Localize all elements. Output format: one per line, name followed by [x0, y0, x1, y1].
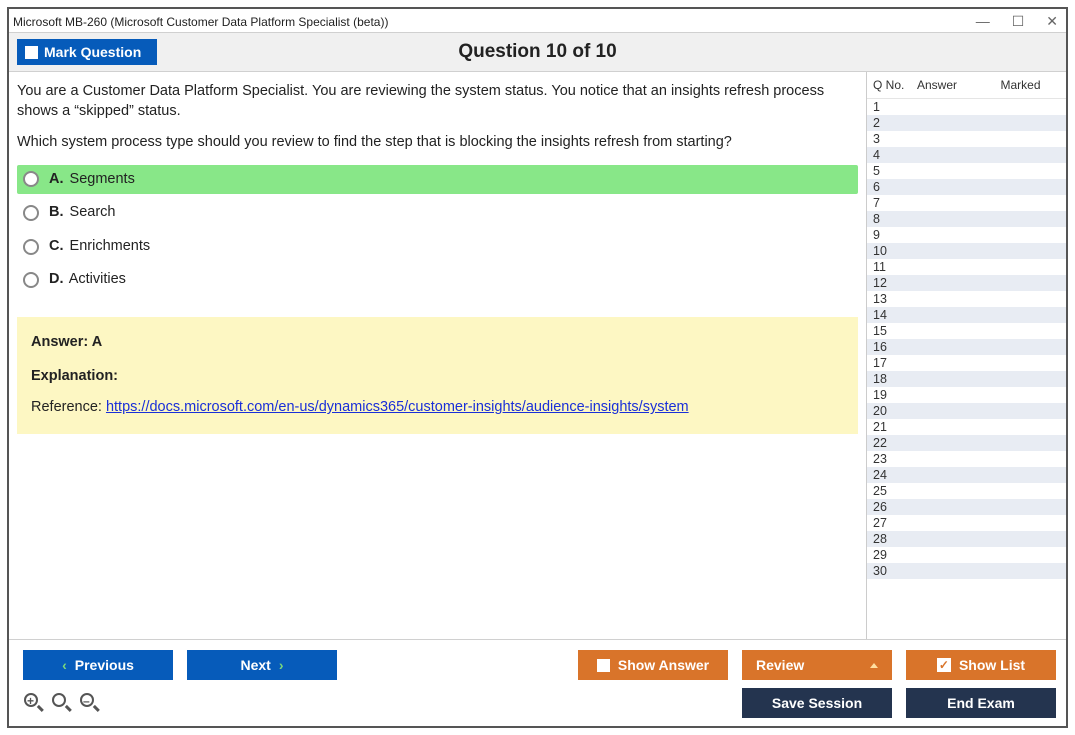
question-row[interactable]: 16	[867, 339, 1066, 355]
question-row[interactable]: 11	[867, 259, 1066, 275]
reference-line: Reference: https://docs.microsoft.com/en…	[31, 398, 844, 418]
mark-question-button[interactable]: Mark Question	[17, 39, 157, 65]
titlebar: Microsoft MB-260 (Microsoft Customer Dat…	[9, 9, 1066, 32]
options-list: A. Segments B. Search C. Enrichments D. Act…	[17, 165, 858, 295]
question-row[interactable]: 29	[867, 547, 1066, 563]
question-row[interactable]: 12	[867, 275, 1066, 291]
zoom-controls: + –	[23, 692, 101, 714]
chevron-up-icon	[870, 663, 878, 668]
question-row[interactable]: 25	[867, 483, 1066, 499]
save-session-label: Save Session	[772, 695, 862, 711]
zoom-out-icon[interactable]: –	[79, 692, 101, 714]
radio-icon	[23, 272, 39, 288]
question-row[interactable]: 30	[867, 563, 1066, 579]
question-row[interactable]: 1	[867, 99, 1066, 115]
col-header-qno: Q No.	[873, 78, 917, 92]
question-row[interactable]: 18	[867, 371, 1066, 387]
previous-label: Previous	[75, 657, 134, 673]
question-list-panel: Q No. Answer Marked 12345678910111213141…	[866, 72, 1066, 639]
question-row[interactable]: 14	[867, 307, 1066, 323]
option-label: C. Enrichments	[49, 237, 150, 257]
footer-row-2: + – Save Session End Exam	[23, 688, 1056, 718]
question-row[interactable]: 10	[867, 243, 1066, 259]
option-label: B. Search	[49, 203, 115, 223]
option-b[interactable]: B. Search	[17, 198, 858, 228]
question-row[interactable]: 20	[867, 403, 1066, 419]
end-exam-button[interactable]: End Exam	[906, 688, 1056, 718]
previous-button[interactable]: ‹ Previous	[23, 650, 173, 680]
question-list-header: Q No. Answer Marked	[867, 72, 1066, 98]
question-row[interactable]: 5	[867, 163, 1066, 179]
question-row[interactable]: 13	[867, 291, 1066, 307]
footer: ‹ Previous Next › Show Answer Review ✓ S…	[9, 640, 1066, 726]
show-list-label: Show List	[959, 657, 1025, 673]
option-d[interactable]: D. Activities	[17, 265, 858, 295]
chevron-right-icon: ›	[279, 657, 284, 673]
review-label: Review	[756, 657, 804, 673]
answer-line: Answer: A	[31, 333, 844, 353]
body: You are a Customer Data Platform Special…	[9, 72, 1066, 640]
footer-row-1: ‹ Previous Next › Show Answer Review ✓ S…	[23, 650, 1056, 680]
maximize-icon[interactable]: ☐	[1012, 13, 1025, 30]
question-row[interactable]: 2	[867, 115, 1066, 131]
checkbox-icon	[25, 46, 38, 59]
question-row[interactable]: 6	[867, 179, 1066, 195]
question-row[interactable]: 17	[867, 355, 1066, 371]
question-row[interactable]: 4	[867, 147, 1066, 163]
window-controls: — ☐ ✕	[976, 13, 1058, 30]
question-row[interactable]: 9	[867, 227, 1066, 243]
end-exam-label: End Exam	[947, 695, 1015, 711]
question-row[interactable]: 23	[867, 451, 1066, 467]
reference-link[interactable]: https://docs.microsoft.com/en-us/dynamic…	[106, 399, 689, 415]
checkbox-icon	[597, 659, 610, 672]
question-row[interactable]: 7	[867, 195, 1066, 211]
question-row[interactable]: 19	[867, 387, 1066, 403]
zoom-reset-icon[interactable]	[51, 692, 73, 714]
radio-icon	[23, 171, 39, 187]
question-row[interactable]: 24	[867, 467, 1066, 483]
next-button[interactable]: Next ›	[187, 650, 337, 680]
review-dropdown[interactable]: Review	[742, 650, 892, 680]
question-row[interactable]: 8	[867, 211, 1066, 227]
option-label: D. Activities	[49, 270, 126, 290]
option-a[interactable]: A. Segments	[17, 165, 858, 195]
question-row[interactable]: 26	[867, 499, 1066, 515]
show-list-button[interactable]: ✓ Show List	[906, 650, 1056, 680]
next-label: Next	[240, 657, 270, 673]
reference-prefix: Reference:	[31, 399, 106, 415]
col-header-answer: Answer	[917, 78, 979, 92]
answer-explanation: Answer: A Explanation: Reference: https:…	[17, 317, 858, 434]
question-area: You are a Customer Data Platform Special…	[9, 72, 866, 639]
question-progress: Question 10 of 10	[9, 41, 1066, 63]
close-icon[interactable]: ✕	[1046, 13, 1058, 30]
minimize-icon[interactable]: —	[976, 13, 990, 30]
question-row[interactable]: 28	[867, 531, 1066, 547]
question-list[interactable]: 1234567891011121314151617181920212223242…	[867, 98, 1066, 639]
question-row[interactable]: 22	[867, 435, 1066, 451]
option-label: A. Segments	[49, 170, 135, 190]
option-c[interactable]: C. Enrichments	[17, 232, 858, 262]
zoom-in-icon[interactable]: +	[23, 692, 45, 714]
explanation-label: Explanation:	[31, 367, 844, 387]
radio-icon	[23, 205, 39, 221]
question-row[interactable]: 3	[867, 131, 1066, 147]
question-para-1: You are a Customer Data Platform Special…	[17, 82, 858, 121]
question-text: You are a Customer Data Platform Special…	[17, 82, 858, 153]
save-session-button[interactable]: Save Session	[742, 688, 892, 718]
col-header-marked: Marked	[979, 78, 1062, 92]
question-row[interactable]: 15	[867, 323, 1066, 339]
chevron-left-icon: ‹	[62, 657, 67, 673]
window-title: Microsoft MB-260 (Microsoft Customer Dat…	[13, 15, 388, 29]
header-bar: Mark Question Question 10 of 10	[9, 32, 1066, 72]
question-row[interactable]: 21	[867, 419, 1066, 435]
show-answer-button[interactable]: Show Answer	[578, 650, 728, 680]
app-window: Microsoft MB-260 (Microsoft Customer Dat…	[7, 7, 1068, 728]
question-para-2: Which system process type should you rev…	[17, 133, 858, 153]
question-row[interactable]: 27	[867, 515, 1066, 531]
radio-icon	[23, 239, 39, 255]
mark-question-label: Mark Question	[44, 44, 141, 60]
show-answer-label: Show Answer	[618, 657, 709, 673]
check-icon: ✓	[937, 658, 951, 672]
